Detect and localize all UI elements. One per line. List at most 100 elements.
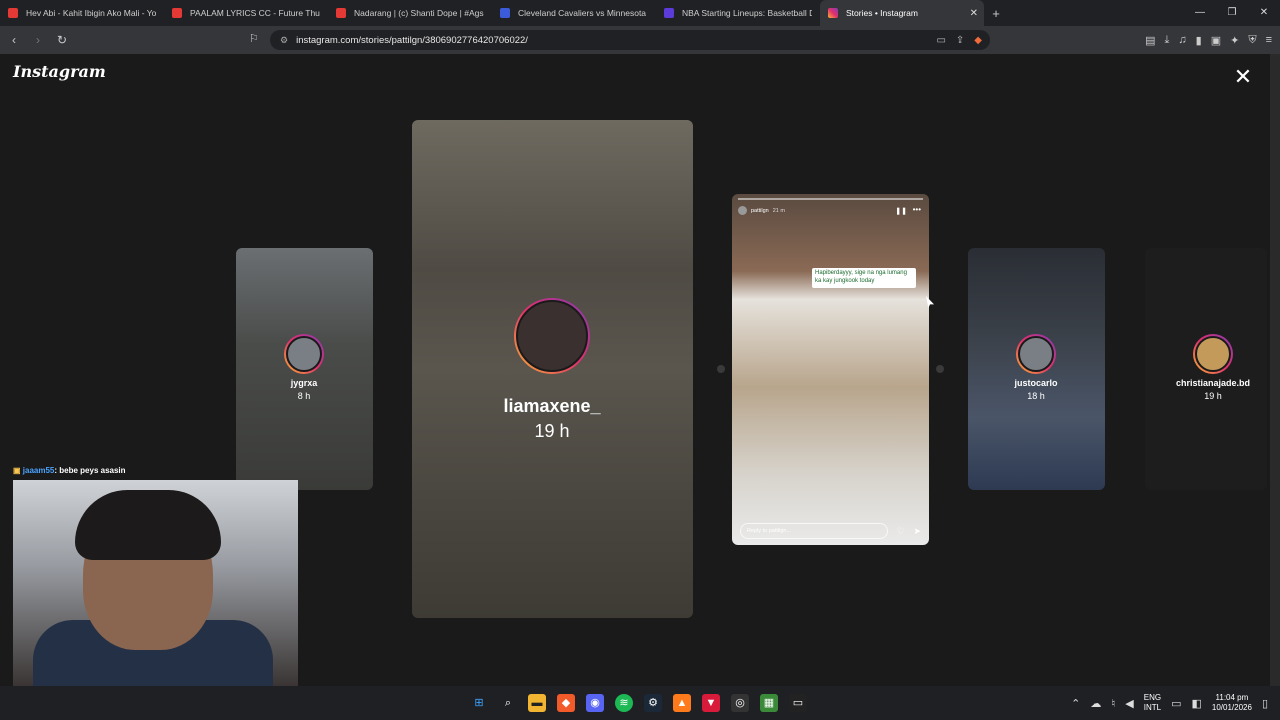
preview-info-right: justocarlo 18 h xyxy=(986,334,1086,401)
nvidia-icon[interactable]: ▦ xyxy=(760,694,778,712)
microphone-icon[interactable]: ♮ xyxy=(1111,697,1115,710)
tab-2[interactable]: PAALAM LYRICS CC - Future Thug ft. xyxy=(164,0,328,26)
like-heart-icon[interactable]: ♡ xyxy=(897,526,905,537)
text-sticker: Hapiberdayyy, sige na nga lumang ka kay … xyxy=(812,268,916,288)
tab-3[interactable]: Nadarang | (c) Shanti Dope | #Agsun xyxy=(328,0,492,26)
vpn-icon[interactable]: ⛨ xyxy=(1248,34,1256,47)
tab-5[interactable]: NBA Starting Lineups: Basketball Dai xyxy=(656,0,820,26)
network-icon[interactable]: ▭ xyxy=(1171,697,1181,710)
url-field[interactable]: ⚙ instagram.com/stories/pattilgn/3806902… xyxy=(270,30,990,50)
restore-icon[interactable]: ❐ xyxy=(1216,0,1248,26)
tab-6-active[interactable]: Stories • Instagram ✕ xyxy=(820,0,984,26)
split-view-icon[interactable]: ▮ xyxy=(1196,34,1202,47)
preview-info-left: jygrxa 8 h xyxy=(254,334,354,401)
preview-info-center: liamaxene_ 19 h xyxy=(452,298,652,442)
battery-icon[interactable]: ◧ xyxy=(1191,697,1201,710)
lang-layout: INTL xyxy=(1143,703,1162,712)
notifications-icon[interactable]: ▯ xyxy=(1262,697,1268,710)
new-tab-button[interactable]: + xyxy=(984,6,1008,21)
minimize-icon[interactable]: — xyxy=(1184,0,1216,26)
cast-icon[interactable]: ▭ xyxy=(936,35,945,46)
next-story-arrow[interactable] xyxy=(936,365,944,373)
url-text: instagram.com/stories/pattilgn/380690277… xyxy=(296,34,528,46)
search-icon[interactable]: ⌕ xyxy=(499,694,517,712)
preview-time: 19 h xyxy=(534,421,570,441)
chat-text: : bebe peys asasin xyxy=(54,466,126,475)
previous-story-arrow[interactable] xyxy=(717,365,725,373)
lang-code: ENG xyxy=(1143,693,1162,702)
instagram-icon xyxy=(828,8,838,18)
reload-icon[interactable]: ↻ xyxy=(52,33,72,47)
clock[interactable]: 11:04 pm 10/01/2026 xyxy=(1212,693,1252,713)
active-story[interactable]: pattilgn 21 m ❚❚ ••• Hapiberdayyy, sige … xyxy=(732,194,929,545)
wallet-icon[interactable]: ▣ xyxy=(1211,34,1221,47)
taskbar-apps: ⊞ ⌕ ▬ ◆ ◉ ≋ ⚙ ▲ ▼ ◎ ▦ ▭ xyxy=(470,694,807,712)
more-options-icon[interactable]: ••• xyxy=(913,205,921,214)
share-icon[interactable]: ⇪ xyxy=(956,35,964,46)
discord-icon[interactable]: ◉ xyxy=(586,694,604,712)
reply-input[interactable]: Reply to pattilgn... xyxy=(740,523,888,539)
volume-icon[interactable]: ◀ xyxy=(1125,697,1133,710)
avatar xyxy=(284,334,324,374)
tab-title: NBA Starting Lineups: Basketball Dai xyxy=(682,8,812,18)
back-icon[interactable]: ‹ xyxy=(4,33,24,47)
language-indicator[interactable]: ENG INTL xyxy=(1144,693,1161,713)
app-icon[interactable]: ▲ xyxy=(673,694,691,712)
page-scrollbar[interactable] xyxy=(1270,54,1280,686)
chevron-up-icon[interactable]: ⌃ xyxy=(1071,697,1080,710)
story-username: pattilgn xyxy=(751,207,769,214)
tab-4[interactable]: Cleveland Cavaliers vs Minnesota Tim xyxy=(492,0,656,26)
clock-time: 11:04 pm xyxy=(1215,693,1249,702)
send-icon[interactable]: ➤ xyxy=(913,526,921,537)
sidebar-icon[interactable]: ▤ xyxy=(1145,34,1155,47)
forward-icon[interactable]: › xyxy=(28,33,48,47)
spotify-icon[interactable]: ≋ xyxy=(615,694,633,712)
preview-username: jygrxa xyxy=(290,378,318,388)
app-icon[interactable]: ◎ xyxy=(731,694,749,712)
preview-time: 18 h xyxy=(1027,391,1045,401)
avatar xyxy=(738,206,747,215)
brave-shield-icon[interactable]: ◆ xyxy=(974,35,982,46)
window-controls: — ❐ ✕ xyxy=(1184,0,1280,26)
story-time: 21 m xyxy=(772,207,785,214)
site-settings-icon[interactable]: ⚙ xyxy=(280,35,288,46)
brave-browser-icon[interactable]: ◆ xyxy=(557,694,575,712)
windows-start-icon[interactable]: ⊞ xyxy=(470,694,488,712)
preview-username: christianajade.bd xyxy=(1175,378,1251,388)
onedrive-icon[interactable]: ☁ xyxy=(1090,697,1101,710)
tab-bar: Hev Abi - Kahit Ibigin Ako Mali - You PA… xyxy=(0,0,1280,26)
chat-message: ▣ jaaam55: bebe peys asasin xyxy=(13,466,126,475)
webcam-person-hair xyxy=(75,490,221,560)
avatar xyxy=(1193,334,1233,374)
tab-title: PAALAM LYRICS CC - Future Thug ft. xyxy=(190,8,320,18)
taskbar: ⊞ ⌕ ▬ ◆ ◉ ≋ ⚙ ▲ ▼ ◎ ▦ ▭ ⌃ ☁ ♮ ◀ ENG INTL… xyxy=(0,686,1280,720)
site-icon xyxy=(664,8,674,18)
steam-icon[interactable]: ⚙ xyxy=(644,694,662,712)
preview-username: liamaxene_ xyxy=(503,396,601,416)
avatar xyxy=(1016,334,1056,374)
download-icon[interactable]: ⤓ xyxy=(1165,34,1170,47)
window-close-icon[interactable]: ✕ xyxy=(1248,0,1280,26)
leo-ai-icon[interactable]: ✦ xyxy=(1230,34,1239,47)
media-icon[interactable]: ♫ xyxy=(1178,34,1186,46)
story-header: pattilgn 21 m xyxy=(738,206,785,215)
instagram-logo[interactable]: Instagram xyxy=(13,62,106,81)
avatar xyxy=(514,298,590,374)
app-icon[interactable]: ▼ xyxy=(702,694,720,712)
tab-1[interactable]: Hev Abi - Kahit Ibigin Ako Mali - You xyxy=(0,0,164,26)
youtube-icon xyxy=(172,8,182,18)
bookmark-icon[interactable]: ⚐ xyxy=(249,32,259,45)
toolbar-icons: ▤ ⤓ ♫ ▮ ▣ ✦ ⛨ ≡ xyxy=(1145,26,1272,54)
file-explorer-icon[interactable]: ▬ xyxy=(528,694,546,712)
close-tab-icon[interactable]: ✕ xyxy=(970,8,978,19)
chat-badge-icon: ▣ xyxy=(13,466,21,475)
tab-title: Nadarang | (c) Shanti Dope | #Agsun xyxy=(354,8,484,18)
youtube-icon xyxy=(8,8,18,18)
tab-title: Stories • Instagram xyxy=(846,8,918,18)
webcam-overlay xyxy=(13,480,298,686)
terminal-icon[interactable]: ▭ xyxy=(789,694,807,712)
tab-title: Hev Abi - Kahit Ibigin Ako Mali - You xyxy=(26,8,156,18)
menu-icon[interactable]: ≡ xyxy=(1266,34,1272,46)
pause-icon[interactable]: ❚❚ xyxy=(895,207,907,215)
close-icon[interactable]: ✕ xyxy=(1232,66,1254,88)
